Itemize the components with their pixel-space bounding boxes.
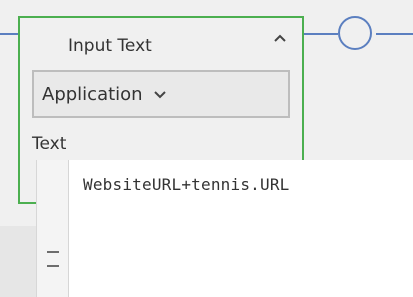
collapse-activity-button[interactable] <box>269 30 291 52</box>
text-expression-editor[interactable]: WebsiteURL+tennis.URL <box>36 160 413 297</box>
activity-title: Input Text <box>68 36 152 56</box>
text-field-label: Text <box>32 134 67 154</box>
application-dropdown[interactable]: Application <box>32 70 290 118</box>
drag-handle-line-bottom <box>47 265 59 267</box>
drag-handle-icon[interactable] <box>47 251 59 267</box>
editor-gutter <box>37 160 69 297</box>
chevron-up-icon <box>274 34 286 42</box>
downstream-connector-line <box>376 33 413 35</box>
drag-handle-line-top <box>47 251 59 253</box>
chevron-down-icon <box>153 91 166 99</box>
outgoing-connector-line <box>304 33 338 35</box>
application-dropdown-label: Application <box>42 83 143 105</box>
incoming-connector-line <box>0 33 18 35</box>
connector-node[interactable] <box>338 16 372 50</box>
editor-value[interactable]: WebsiteURL+tennis.URL <box>83 175 290 194</box>
